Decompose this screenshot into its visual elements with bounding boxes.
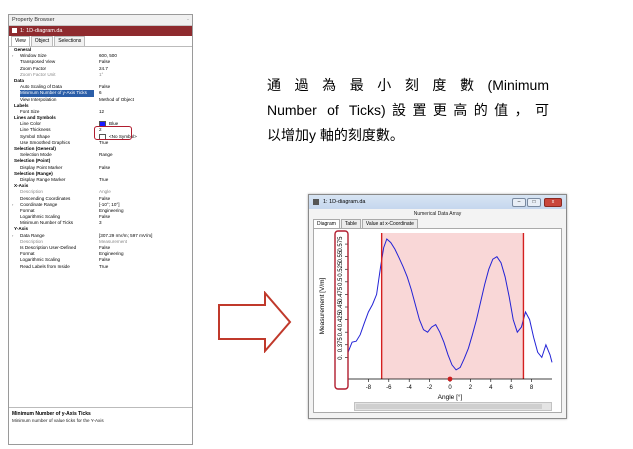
property-value-text: True	[99, 263, 109, 269]
property-browser-title-bar: Property Browser ·	[9, 15, 192, 26]
property-name: Read Labels from Inside	[20, 263, 70, 269]
diagram-tabs: Diagram Table Value at x-Coordinate	[309, 219, 566, 228]
x-tick-label: 6	[510, 385, 514, 391]
window-subtitle: Numerical Data Array	[413, 211, 462, 217]
x-tick-label: -4	[407, 385, 413, 391]
document-name: 1: 1D-diagram.da	[20, 28, 63, 34]
document-header: 1: 1D-diagram.da	[9, 26, 192, 36]
window-icon	[313, 199, 319, 205]
property-value-text: Method of Object	[99, 96, 134, 102]
x-tick-label: -2	[427, 385, 433, 391]
caption-line-3: 以增加y 軸的刻度數。	[267, 127, 404, 143]
tab-value-at-x[interactable]: Value at x-Coordinate	[361, 219, 418, 228]
property-value-text: 6	[99, 90, 102, 96]
x-tick-label: -6	[386, 385, 392, 391]
diagram-window: 1: 1D-diagram.da – □ x Numerical Data Ar…	[308, 194, 567, 419]
y-tick-label: 0.375	[338, 337, 344, 353]
minimize-button[interactable]: –	[512, 198, 526, 207]
x-tick-label: 2	[469, 385, 473, 391]
x-tick-label: 0	[448, 385, 452, 391]
property-value-text: False	[99, 195, 111, 201]
property-value-text: False	[99, 164, 111, 170]
property-value-text: 3	[99, 220, 102, 226]
property-value-text: Range	[99, 152, 113, 158]
window-title: 1: 1D-diagram.da	[323, 199, 366, 205]
property-value-text: False	[99, 214, 111, 220]
x-tick-label: -8	[366, 385, 372, 391]
point-marker	[447, 376, 453, 382]
property-value-text: [307.29 mV/m; 597 mV/m]	[99, 232, 153, 238]
caption-text: 通過為最小刻度數(Minimum Number of Ticks)設置更高的值，…	[267, 73, 549, 148]
property-value-text: False	[99, 84, 111, 90]
property-help-panel: Minimum Number of y-Axis Ticks Minimum n…	[9, 407, 192, 444]
window-title-bar: 1: 1D-diagram.da – □ x	[309, 195, 566, 209]
maximize-button[interactable]: □	[527, 198, 541, 207]
property-value-text: True	[99, 139, 109, 145]
property-value[interactable]: True	[99, 264, 189, 270]
tab-view[interactable]: View	[11, 36, 30, 46]
property-browser-title: Property Browser	[12, 17, 55, 23]
property-value-text: Engineering	[99, 207, 124, 213]
property-value-text: [-10°; 10°]	[99, 201, 120, 207]
property-value-text: False	[99, 59, 111, 65]
document-icon	[12, 28, 17, 34]
caption-line-1: 通過為最小刻度數(Minimum	[267, 77, 549, 93]
right-arrow-icon	[218, 291, 292, 353]
pin-icon[interactable]: ·	[187, 15, 189, 25]
y-tick-label: 0.575	[338, 236, 344, 252]
y-tick-label: 0.5	[338, 277, 344, 286]
horizontal-scrollbar[interactable]	[354, 402, 552, 411]
y-tick-label: 0.	[338, 355, 344, 360]
diagram-panel: -8 -6 -4 -2 0 2 4 6 8 0. 0.375 0.4 0.425 0.45 0.475 0.5…	[313, 228, 562, 413]
property-row[interactable]: Read Labels from Inside True	[9, 264, 192, 270]
close-button[interactable]: x	[544, 198, 562, 207]
caption-line-2: Number of Ticks)設置更高的值，可	[267, 102, 549, 118]
tab-table[interactable]: Table	[340, 219, 361, 228]
property-grid: General › Window Size 600, 500 Transposed Vi…	[9, 47, 192, 270]
x-tick-label: 8	[530, 385, 534, 391]
help-text: Minimum number of value ticks for the Y-…	[12, 418, 104, 423]
x-tick-label: 4	[489, 385, 493, 391]
property-browser-panel: Property Browser · 1: 1D-diagram.da View…	[8, 14, 193, 445]
y-axis-label: Measurement [V/m]	[319, 277, 326, 334]
property-value-text: 24.7	[99, 65, 108, 71]
property-value-text: Angle	[99, 189, 111, 195]
tab-diagram[interactable]: Diagram	[313, 219, 340, 228]
property-value-text: Measurement	[99, 238, 128, 244]
line-chart[interactable]: -8 -6 -4 -2 0 2 4 6 80.0.3750.40.4250.450.4750.5…	[314, 229, 561, 401]
tab-selections[interactable]: Selections	[54, 36, 86, 46]
property-value-text: 12	[99, 108, 105, 114]
property-value-text: 600, 500	[99, 53, 117, 59]
property-value-text: False	[99, 245, 111, 250]
selection-range-fill	[381, 233, 524, 379]
property-value-text: True	[99, 176, 109, 182]
highlight-box	[94, 126, 132, 140]
property-value-text: Engineering	[99, 251, 124, 257]
y-tick-label: 0.475	[338, 286, 344, 302]
property-value-text: False	[99, 257, 111, 263]
help-title: Minimum Number of y-Axis Ticks	[12, 411, 91, 417]
scrollbar-thumb[interactable]	[356, 404, 542, 409]
x-axis-label: Angle [°]	[438, 393, 463, 401]
property-tabs: View Object Selections	[9, 36, 192, 47]
tab-object[interactable]: Object	[30, 36, 54, 46]
y-tick-label: 0.4	[338, 327, 344, 336]
property-value-text: 1°	[99, 71, 104, 77]
